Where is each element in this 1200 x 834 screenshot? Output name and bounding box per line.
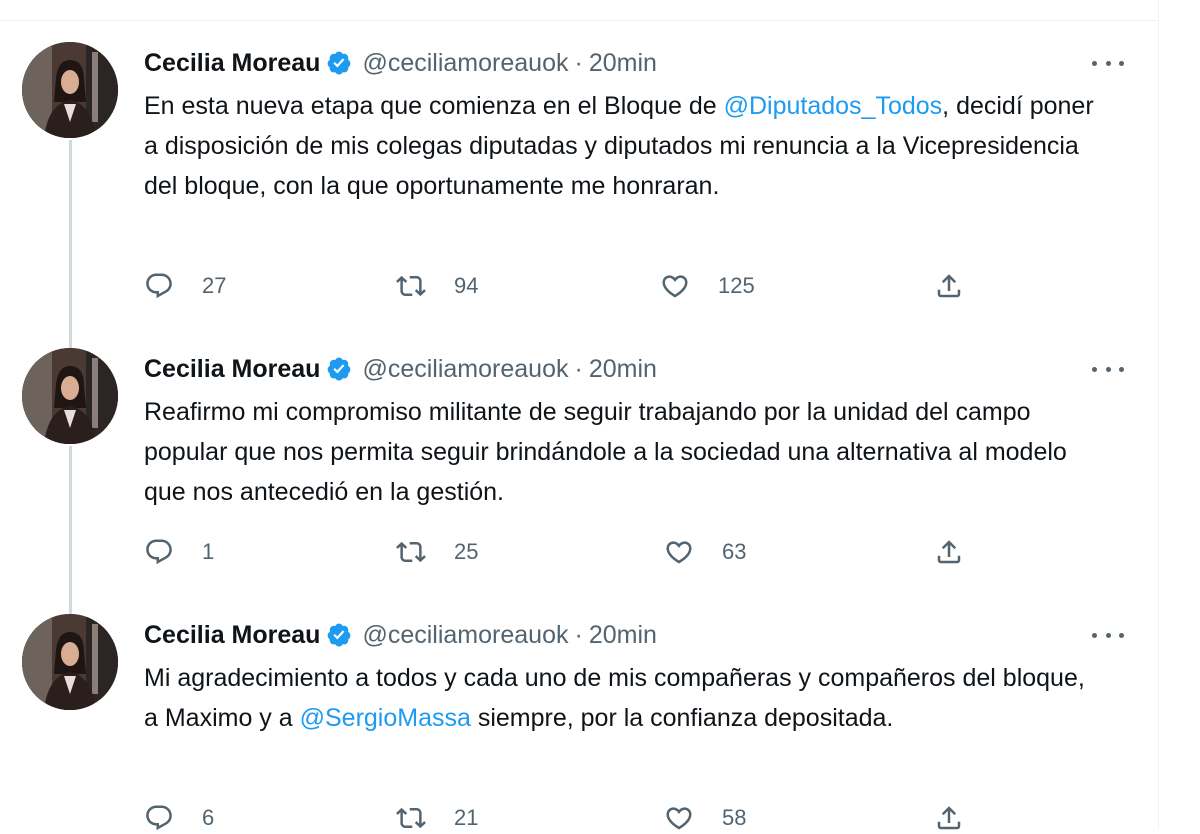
tweet-text: Reafirmo mi compromiso militante de segu… [144,392,1104,512]
retweet-button[interactable]: 21 [396,802,478,834]
share-icon [937,274,961,298]
retweet-button[interactable]: 94 [396,270,478,302]
tweet-text-part: Reafirmo mi compromiso militante de segu… [144,398,1067,506]
avatar-image [22,348,118,444]
reply-count: 27 [202,273,227,298]
tweet[interactable]: Cecilia Moreau @ceciliamoreauok · 20min … [0,614,1158,831]
reply-button[interactable]: 27 [144,270,226,302]
share-icon [937,806,961,830]
more-options-icon[interactable] [1092,624,1124,646]
tweet-header: Cecilia Moreau @ceciliamoreauok · 20min [144,354,657,384]
retweet-icon [396,807,426,829]
avatar-image [22,42,118,138]
like-button[interactable]: 125 [660,270,755,302]
like-count: 63 [722,539,747,564]
author-handle[interactable]: @ceciliamoreauok [362,355,568,384]
tweet[interactable]: Cecilia Moreau @ceciliamoreauok · 20min … [0,42,1158,312]
avatar[interactable] [22,348,118,444]
share-button[interactable] [934,536,964,568]
retweet-count: 25 [454,539,479,564]
heart-icon [666,541,692,564]
reply-icon [146,539,172,565]
separator: · [574,620,583,649]
tweet-text: En esta nueva etapa que comienza en el B… [144,86,1104,206]
reply-count: 6 [202,805,215,830]
more-options-icon[interactable] [1092,52,1124,74]
timestamp[interactable]: 20min [589,621,657,650]
heart-icon [666,807,692,830]
like-count: 58 [722,805,747,830]
separator: · [574,354,583,383]
tweet-header: Cecilia Moreau @ceciliamoreauok · 20min [144,48,657,78]
avatar[interactable] [22,614,118,710]
tweet[interactable]: Cecilia Moreau @ceciliamoreauok · 20min … [0,348,1158,578]
share-button[interactable] [934,802,964,834]
tweet-text-part: siempre, por la confianza depositada. [470,704,894,732]
avatar-image [22,614,118,710]
verified-badge-icon [326,50,352,76]
heart-icon [662,275,688,298]
verified-badge-icon [326,356,352,382]
like-button[interactable]: 63 [664,536,746,568]
author-name[interactable]: Cecilia Moreau [144,355,320,384]
verified-badge-icon [326,622,352,648]
mention-link[interactable]: @SergioMassa [300,704,471,732]
reply-button[interactable]: 6 [144,802,214,834]
author-name[interactable]: Cecilia Moreau [144,49,320,78]
author-name[interactable]: Cecilia Moreau [144,621,320,650]
timeline-border [1158,0,1159,830]
previous-tweet-edge [0,0,1158,21]
more-options-icon[interactable] [1092,358,1124,380]
author-handle[interactable]: @ceciliamoreauok [362,621,568,650]
share-icon [937,540,961,564]
avatar[interactable] [22,42,118,138]
retweet-icon [396,541,426,563]
reply-icon [146,273,172,299]
tweet-actions: 1 25 63 [144,536,984,568]
reply-count: 1 [202,539,215,564]
reply-button[interactable]: 1 [144,536,214,568]
like-button[interactable]: 58 [664,802,746,834]
retweet-count: 21 [454,805,479,830]
mention-link[interactable]: @Diputados_Todos [724,92,943,120]
retweet-count: 94 [454,273,479,298]
tweet-actions: 6 21 58 [144,802,984,834]
share-button[interactable] [934,270,964,302]
tweet-text-part: En esta nueva etapa que comienza en el B… [144,92,724,120]
retweet-button[interactable]: 25 [396,536,478,568]
separator: · [574,48,583,77]
tweet-actions: 27 94 125 [144,270,984,302]
like-count: 125 [718,273,755,298]
retweet-icon [396,275,426,297]
timestamp[interactable]: 20min [589,49,657,78]
reply-icon [146,805,172,831]
author-handle[interactable]: @ceciliamoreauok [362,49,568,78]
tweet-header: Cecilia Moreau @ceciliamoreauok · 20min [144,620,657,650]
timestamp[interactable]: 20min [589,355,657,384]
tweet-text: Mi agradecimiento a todos y cada uno de … [144,658,1104,738]
